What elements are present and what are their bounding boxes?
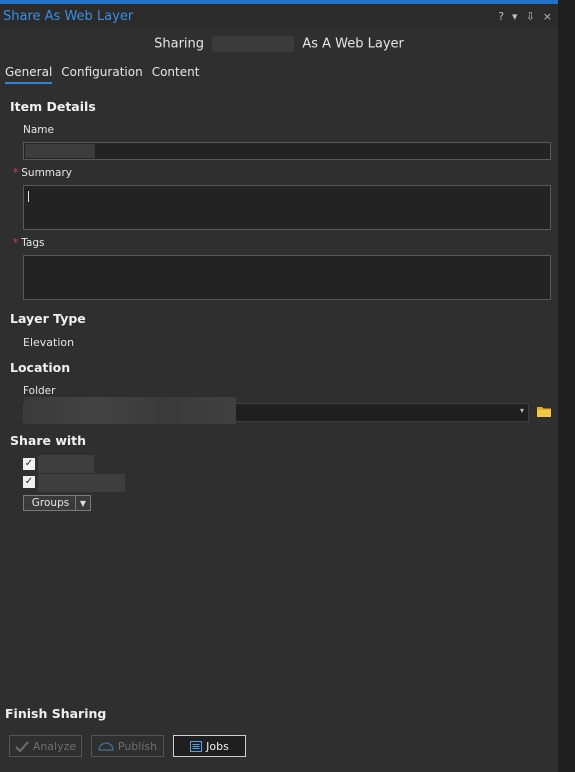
share-with-heading: Share with — [10, 433, 87, 448]
tab-content[interactable]: Content — [152, 65, 200, 84]
item-details-heading: Item Details — [10, 99, 96, 114]
jobs-label: Jobs — [206, 739, 229, 753]
groups-button[interactable]: Groups ▼ — [23, 495, 91, 511]
pane-tools: ? ▾ ⇩ × — [498, 10, 552, 23]
text-caret — [28, 191, 29, 202]
tags-field[interactable] — [23, 255, 551, 300]
redacted-share-option-2 — [38, 474, 125, 492]
layer-type-heading: Layer Type — [10, 311, 86, 326]
tab-general[interactable]: General — [5, 65, 53, 84]
name-label: Name — [23, 124, 54, 136]
required-marker: * — [13, 237, 19, 249]
sharing-prefix: Sharing — [154, 36, 205, 52]
share-checkbox-2[interactable]: ✓ — [23, 476, 35, 488]
pane-titlebar: Share As Web Layer ? ▾ ⇩ × — [0, 4, 558, 26]
summary-field[interactable] — [23, 185, 551, 230]
cloud-upload-icon — [98, 741, 114, 751]
folder-dropdown[interactable]: ▾ — [23, 397, 529, 424]
pane-right-edge — [558, 0, 575, 772]
chevron-down-icon[interactable]: ▼ — [75, 496, 90, 510]
share-checkbox-1[interactable]: ✓ — [23, 458, 35, 470]
dropdown-arrow-icon[interactable]: ▾ — [520, 406, 524, 415]
jobs-list-icon — [190, 740, 203, 752]
sharing-suffix: As A Web Layer — [302, 36, 404, 52]
analyze-button[interactable]: Analyze — [9, 735, 82, 757]
redacted-item-name — [212, 36, 295, 52]
folder-label: Folder — [23, 385, 56, 397]
publish-button[interactable]: Publish — [91, 735, 164, 757]
location-heading: Location — [10, 360, 71, 375]
redacted-folder-value — [24, 397, 236, 424]
layer-type-value: Elevation — [23, 336, 75, 349]
tab-configuration[interactable]: Configuration — [61, 65, 142, 84]
tags-label: * Tags — [13, 237, 45, 249]
groups-label: Groups — [31, 497, 70, 509]
checkmark-icon — [15, 740, 29, 752]
redacted-share-option-1 — [38, 455, 94, 473]
redacted-name-value — [25, 144, 95, 158]
chevron-down-icon[interactable]: ▾ — [512, 10, 518, 23]
summary-label: * Summary — [13, 167, 72, 179]
open-folder-icon[interactable] — [536, 405, 552, 418]
finish-sharing-heading: Finish Sharing — [5, 706, 107, 721]
pane-title: Share As Web Layer — [3, 9, 134, 24]
pin-icon[interactable]: ⇩ — [526, 10, 535, 23]
required-marker: * — [13, 167, 19, 179]
help-icon[interactable]: ? — [498, 10, 504, 23]
analyze-label: Analyze — [32, 739, 77, 753]
share-pane: Share As Web Layer ? ▾ ⇩ × Sharing As A … — [0, 0, 558, 772]
name-field[interactable] — [23, 142, 551, 160]
close-icon[interactable]: × — [543, 10, 552, 23]
sharing-header: Sharing As A Web Layer — [0, 36, 558, 52]
tabs: General Configuration Content — [5, 65, 199, 84]
publish-label: Publish — [117, 739, 158, 753]
jobs-button[interactable]: Jobs — [173, 735, 246, 757]
